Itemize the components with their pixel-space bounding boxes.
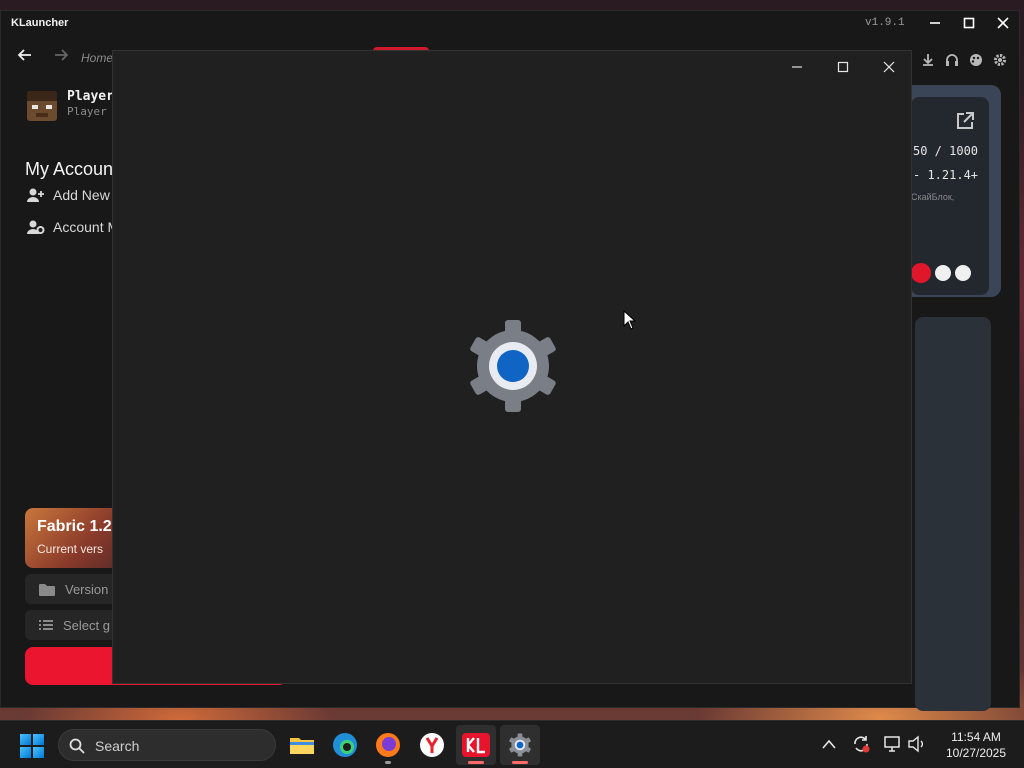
taskbar: Search 11:54 AM 10/27/2025 [0,720,1024,768]
show-hidden-icons-button[interactable] [819,733,839,755]
clock-date: 10/27/2025 [945,746,1007,760]
server-card-secondary[interactable] [915,317,991,711]
account-manager-label: Account M [53,219,120,235]
settings-button[interactable] [500,725,540,765]
palette-icon[interactable] [967,51,985,69]
carousel-dot[interactable] [955,265,971,281]
server-players: 50 / 1000 [913,144,979,158]
network-tray-button[interactable] [883,733,903,755]
settings-gear-icon [470,320,556,412]
maximize-icon [837,61,849,73]
account-manager-item[interactable]: Account M [27,219,119,235]
profile-name: Player [67,89,114,104]
user-gear-icon [27,219,45,235]
carousel-dots [911,263,971,283]
version-card-subtitle: Current vers [37,542,104,556]
launcher-minimize-button[interactable] [920,13,950,33]
version-card-title: Fabric 1.2 [37,518,112,535]
breadcrumb[interactable]: Home [81,51,113,65]
file-explorer-icon [290,738,314,754]
launcher-titlebar: KLauncher v1.9.1 [1,11,1019,35]
running-indicator [385,761,391,764]
select-game-label: Select g [63,617,110,633]
splash-minimize-button[interactable] [782,57,812,77]
splash-maximize-button[interactable] [828,57,858,77]
server-version: - 1.21.4+ [913,168,979,182]
klauncher-button[interactable] [456,725,496,765]
search-placeholder: Search [95,738,140,754]
volume-icon [908,735,923,753]
nav-row: Home [1,47,113,69]
version-folder-button[interactable]: Version [25,574,125,604]
maximize-icon [963,17,975,29]
minimize-icon [792,66,802,68]
minimize-icon [930,22,940,24]
splash-close-button[interactable] [874,57,904,77]
app-title: KLauncher [11,17,69,29]
edge-icon [333,733,357,757]
carousel-dot-active[interactable] [911,263,931,283]
user-plus-icon [27,187,45,203]
file-explorer-button[interactable] [282,725,322,765]
app-version: v1.9.1 [865,17,905,29]
add-account-label: Add New [53,187,110,203]
settings-icon [509,733,531,757]
network-icon [884,736,900,752]
download-icon[interactable] [919,51,937,69]
close-icon [883,61,895,73]
volume-tray-button[interactable] [907,733,927,755]
search-icon [69,738,85,754]
settings-splash-window [112,50,912,684]
firefox-icon [376,733,400,757]
headset-icon[interactable] [943,51,961,69]
list-icon [39,620,53,630]
page-title: My Accoun [25,159,114,179]
mouse-cursor-icon [623,310,637,330]
back-arrow-icon[interactable] [17,47,33,68]
firefox-button[interactable] [368,725,408,765]
launcher-maximize-button[interactable] [954,13,984,33]
select-game-button[interactable]: Select g [25,610,125,640]
running-indicator [512,761,528,764]
external-link-icon[interactable] [955,111,975,137]
add-account-item[interactable]: Add New [27,187,110,203]
gear-icon[interactable] [991,51,1009,69]
windows-logo-icon [20,734,31,745]
carousel-dot[interactable] [935,265,951,281]
launcher-close-button[interactable] [988,13,1018,33]
profile-type: Player [67,105,107,118]
folder-icon [39,583,55,596]
sync-icon [854,736,870,753]
klauncher-icon [462,733,490,757]
yandex-button[interactable] [412,725,452,765]
version-card[interactable]: Fabric 1.2 Current vers [25,508,125,568]
server-description: СкайБлок, [911,192,955,202]
clock-time: 11:54 AM [951,730,1001,744]
running-indicator [468,761,484,764]
toolbar [919,51,1009,69]
edge-button[interactable] [325,725,365,765]
yandex-icon [420,733,444,757]
sync-tray-button[interactable] [851,733,871,755]
chevron-up-icon [822,739,836,749]
forward-arrow-icon[interactable] [53,47,69,68]
avatar [27,91,57,121]
system-clock[interactable]: 11:54 AM 10/27/2025 [938,729,1014,761]
close-icon [997,17,1009,29]
start-button[interactable] [20,734,44,758]
taskbar-search[interactable]: Search [58,729,276,761]
version-folder-label: Version [65,581,109,597]
